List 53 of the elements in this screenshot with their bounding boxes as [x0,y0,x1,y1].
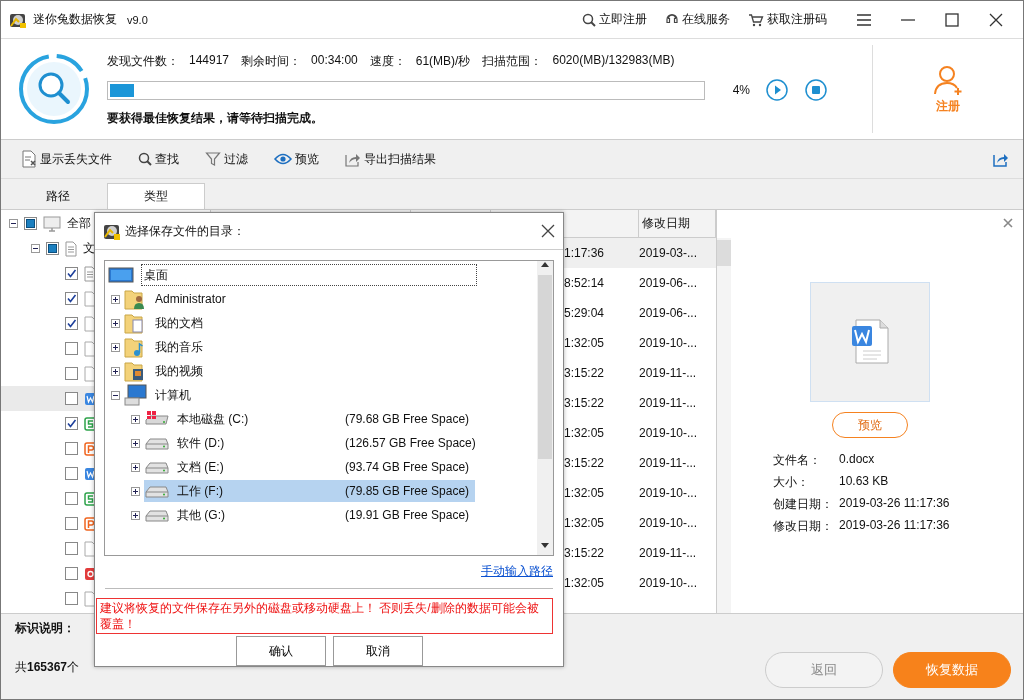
free-space-label: (79.85 GB Free Space) [345,484,470,498]
table-cell-text: 2019-10-... [639,336,699,350]
scan-message: 要获得最佳恢复结果，请等待扫描完成。 [107,110,324,127]
stat-value: 6020(MB)/132983(MB) [552,53,675,69]
stat-value: 00:34:00 [311,53,358,69]
stat-value: 61(MB)/秒 [415,53,471,70]
table-cell-text: 8:52:14 [564,276,606,290]
table-cell-text: 2019-06-... [639,276,699,290]
stat-label: 速度： [369,53,406,70]
stat-label: 剩余时间： [241,53,302,70]
info-label: 大小： [773,474,810,491]
version-label: v9.0 [127,13,148,26]
table-cell-text: 2019-10-... [639,576,699,590]
dialog-title: 选择保存文件的目录： [125,222,245,240]
table-cell-text: 3:15:22 [564,456,606,470]
info-value: 2019-03-26 11:17:36 [839,518,950,534]
table-cell-text: 2019-10-... [639,426,699,440]
stat-label: 扫描范围： [482,53,543,70]
table-cell-text: 1:17:36 [564,246,606,260]
table-cell-text: 2019-06-... [639,306,699,320]
free-space-label: (79.68 GB Free Space) [345,412,470,426]
free-space-label: (126.57 GB Free Space) [345,436,476,450]
info-value: 0.docx [839,452,876,468]
table-cell-text: 1:32:05 [564,516,606,530]
warning-text: 建议将恢复的文件保存在另外的磁盘或移动硬盘上！ 否则丢失/删除的数据可能会被覆盖！ [96,598,553,634]
table-cell-text: 2019-11-... [639,396,698,410]
table-cell-text: 1:32:05 [564,336,606,350]
table-cell-text: 3:15:22 [564,546,606,560]
info-label: 创建日期： [773,496,834,513]
info-value: 10.63 KB [839,474,890,490]
stat-value: 144917 [189,53,230,69]
table-cell-text: 2019-03-... [639,246,699,260]
info-label: 文件名： [773,452,822,469]
app-title: 迷你兔数据恢复 [33,11,117,28]
table-cell-text: 1:32:05 [564,486,606,500]
table-cell-text: 2019-10-... [639,486,699,500]
table-cell-text: 1:32:05 [564,426,606,440]
stat-label: 发现文件数： [107,53,179,70]
table-cell-text: 2019-11-... [639,546,698,560]
free-space-label: (19.91 GB Free Space) [345,508,470,522]
info-label: 修改日期： [773,518,834,535]
table-cell-text: 3:15:22 [564,396,606,410]
table-cell-text: 2019-11-... [639,366,698,380]
table-cell-text: 2019-10-... [639,516,699,530]
info-value: 2019-03-26 11:17:36 [839,496,950,512]
summary-text: 共165367个 [15,659,80,676]
table-cell-text: 5:29:04 [564,306,606,320]
free-space-label: (93.74 GB Free Space) [345,460,470,474]
table-cell-text: 1:32:05 [564,576,606,590]
table-cell-text: 2019-11-... [639,456,698,470]
legend-label: 标识说明： [15,620,76,637]
progress-percent: 4% [731,83,750,97]
table-cell-text: 3:15:22 [564,366,606,380]
